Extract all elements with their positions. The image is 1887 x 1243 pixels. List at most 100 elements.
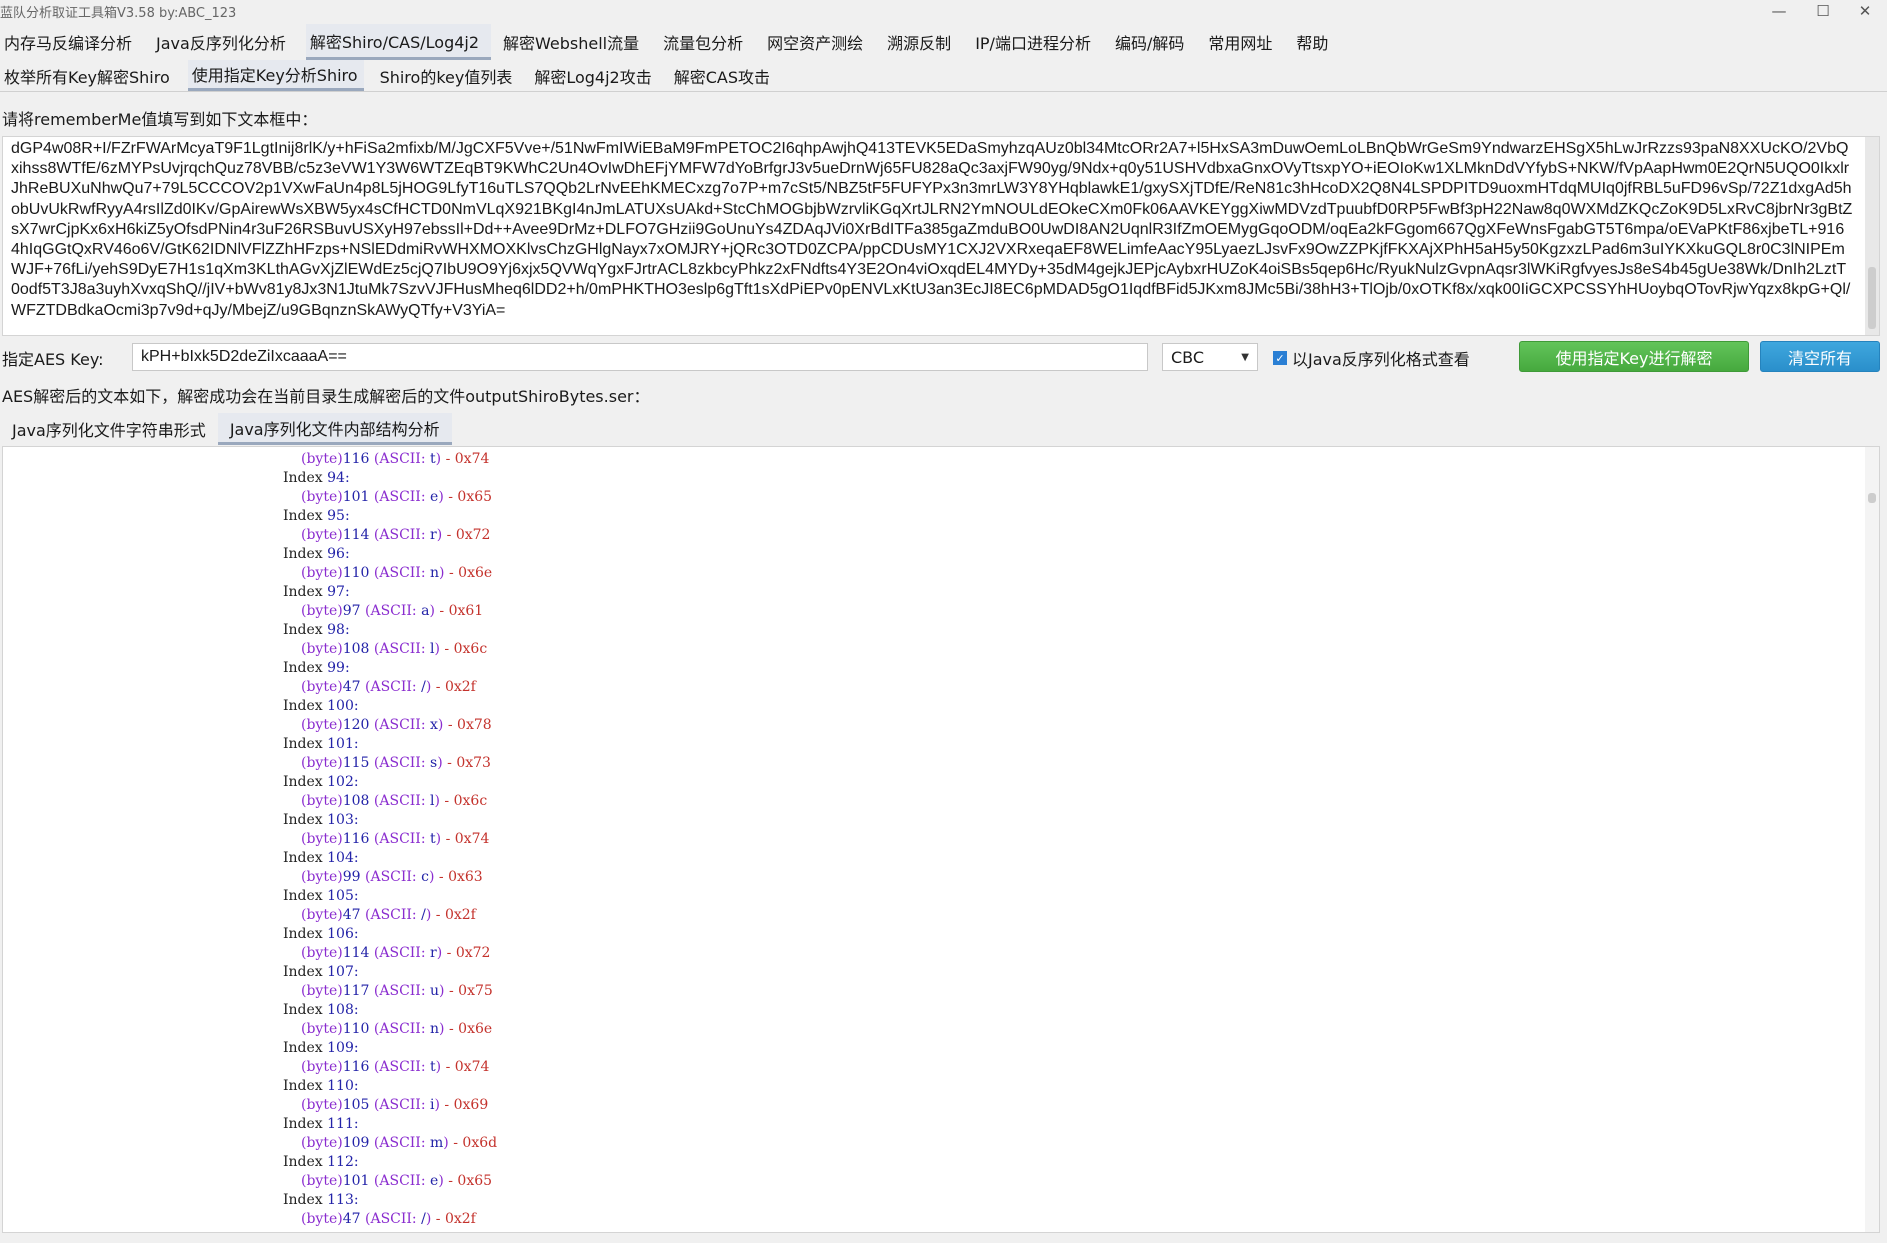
index-prefix: Index	[283, 1116, 328, 1132]
aes-key-input[interactable]	[132, 343, 1148, 371]
byte-field: 108	[342, 793, 370, 809]
menu-item-8[interactable]: 编码/解码	[1111, 24, 1196, 60]
byte-field: 0x74	[454, 451, 490, 467]
index-colon: :	[353, 1040, 359, 1056]
byte-syntax: (byte)	[301, 831, 343, 847]
sub-tab-3[interactable]: 解密Log4j2攻击	[530, 60, 657, 91]
index-prefix: Index	[283, 964, 328, 980]
byte-line: (byte)101 (ASCII: e) - 0x65	[283, 488, 497, 507]
sub-tab-4[interactable]: 解密CAS攻击	[670, 60, 776, 91]
byte-syntax: -	[445, 831, 455, 847]
byte-field: 0x73	[456, 755, 491, 771]
menu-item-0[interactable]: 内存马反编译分析	[0, 24, 144, 60]
byte-field: r	[430, 527, 437, 543]
byte-line: (byte)108 (ASCII: l) - 0x6c	[283, 640, 497, 659]
close-button[interactable]: ✕	[1843, 0, 1887, 22]
byte-field: 110	[342, 1021, 370, 1037]
byte-field: 114	[342, 945, 370, 961]
byte-line: (byte)47 (ASCII: /) - 0x2f	[283, 906, 497, 925]
aes-key-label: 指定AES Key:	[2, 350, 104, 369]
byte-field: 116	[342, 1059, 370, 1075]
byte-line: (byte)47 (ASCII: /) - 0x2f	[283, 1210, 497, 1229]
byte-syntax: (byte)	[301, 869, 343, 885]
menu-item-4[interactable]: 流量包分析	[659, 24, 755, 60]
index-number: 96	[327, 546, 345, 562]
menu-item-2[interactable]: 解密Shiro/CAS/Log4j2	[305, 24, 492, 60]
byte-syntax: -	[435, 679, 445, 695]
menu-item-9[interactable]: 常用网址	[1204, 24, 1284, 60]
index-number: 99	[327, 660, 345, 676]
byte-field: 0x6e	[458, 565, 493, 581]
byte-syntax: -	[435, 907, 445, 923]
structure-scrollbar-thumb[interactable]	[1868, 493, 1876, 503]
byte-syntax: -	[444, 1097, 454, 1113]
index-colon: :	[353, 774, 359, 790]
menu-item-3[interactable]: 解密Webshell流量	[499, 24, 651, 60]
index-prefix: Index	[283, 774, 328, 790]
index-prefix: Index	[283, 1192, 328, 1208]
clear-all-button[interactable]: 清空所有	[1760, 341, 1880, 372]
byte-field: 0x6c	[453, 641, 488, 657]
structure-analysis-panel[interactable]: (byte)116 (ASCII: t) - 0x74 Index 94: (byt…	[2, 446, 1880, 1233]
result-tab-1[interactable]: Java序列化文件内部结构分析	[217, 413, 452, 445]
index-line: Index 94:	[283, 469, 497, 488]
index-colon: :	[353, 698, 359, 714]
byte-field: 114	[342, 527, 370, 543]
index-colon: :	[344, 546, 350, 562]
byte-syntax: -	[445, 451, 455, 467]
byte-field: 0x2f	[444, 907, 476, 923]
index-line: Index 99:	[283, 659, 497, 678]
byte-field: 0x74	[454, 831, 490, 847]
index-line: Index 113:	[283, 1191, 497, 1210]
textarea-scrollbar[interactable]	[1865, 137, 1879, 335]
maximize-button[interactable]: ☐	[1801, 0, 1845, 22]
byte-field: 110	[342, 565, 370, 581]
index-prefix: Index	[283, 850, 328, 866]
byte-syntax: -	[445, 1059, 455, 1075]
byte-field: 120	[342, 717, 370, 733]
byte-syntax: (byte)	[301, 565, 343, 581]
byte-syntax: (byte)	[301, 755, 343, 771]
result-tab-0[interactable]: Java序列化文件字符串形式	[0, 413, 218, 445]
sub-tab-2[interactable]: Shiro的key值列表	[376, 60, 519, 91]
result-tab-bar: Java序列化文件字符串形式 Java序列化文件内部结构分析	[0, 413, 452, 445]
sub-tab-0[interactable]: 枚举所有Key解密Shiro	[0, 60, 176, 91]
menu-item-7[interactable]: IP/端口进程分析	[971, 24, 1103, 60]
index-prefix: Index	[283, 546, 328, 562]
index-number: 98	[327, 622, 345, 638]
minimize-button[interactable]: —	[1757, 0, 1801, 22]
menu-item-6[interactable]: 溯源反制	[883, 24, 963, 60]
index-number: 100	[327, 698, 354, 714]
byte-line: (byte)116 (ASCII: t) - 0x74	[283, 1058, 497, 1077]
byte-line: (byte)101 (ASCII: e) - 0x65	[283, 1172, 497, 1191]
decrypt-button[interactable]: 使用指定Key进行解密	[1519, 341, 1749, 372]
byte-line: (byte)115 (ASCII: s) - 0x73	[283, 754, 497, 773]
byte-field: 116	[342, 451, 370, 467]
byte-field: 0x6d	[462, 1135, 498, 1151]
textarea-scrollbar-thumb[interactable]	[1868, 267, 1876, 329]
byte-syntax: (ASCII:	[373, 527, 431, 543]
java-view-option[interactable]: ✓ 以Java反序列化格式查看	[1273, 346, 1470, 370]
byte-field: 47	[342, 1211, 361, 1227]
java-view-checkbox[interactable]: ✓	[1273, 351, 1287, 365]
index-number: 104	[327, 850, 354, 866]
java-view-label: 以Java反序列化格式查看	[1292, 350, 1470, 369]
structure-scrollbar[interactable]	[1865, 447, 1879, 1232]
index-line: Index 109:	[283, 1039, 497, 1058]
byte-syntax: (ASCII:	[365, 679, 422, 695]
index-line: Index 104:	[283, 849, 497, 868]
index-number: 111	[327, 1116, 354, 1132]
index-colon: :	[353, 1192, 359, 1208]
menu-item-10[interactable]: 帮助	[1292, 24, 1340, 60]
sub-tab-1[interactable]: 使用指定Key分析Shiro	[187, 60, 364, 91]
remember-me-textarea[interactable]: dGP4w08R+I/FZrFWArMcyaT9F1LgtInij8rlK/y+…	[2, 136, 1880, 336]
byte-field: 0x74	[454, 1059, 490, 1075]
menu-item-1[interactable]: Java反序列化分析	[152, 24, 298, 60]
menu-item-5[interactable]: 网空资产测绘	[763, 24, 875, 60]
byte-syntax: (byte)	[301, 717, 343, 733]
byte-field: 0x6e	[458, 1021, 493, 1037]
cipher-mode-select[interactable]: CBC ▼	[1162, 343, 1258, 371]
byte-field: 47	[342, 907, 361, 923]
byte-line: (byte)47 (ASCII: /) - 0x2f	[283, 678, 497, 697]
byte-line: (byte)108 (ASCII: l) - 0x6c	[283, 792, 497, 811]
